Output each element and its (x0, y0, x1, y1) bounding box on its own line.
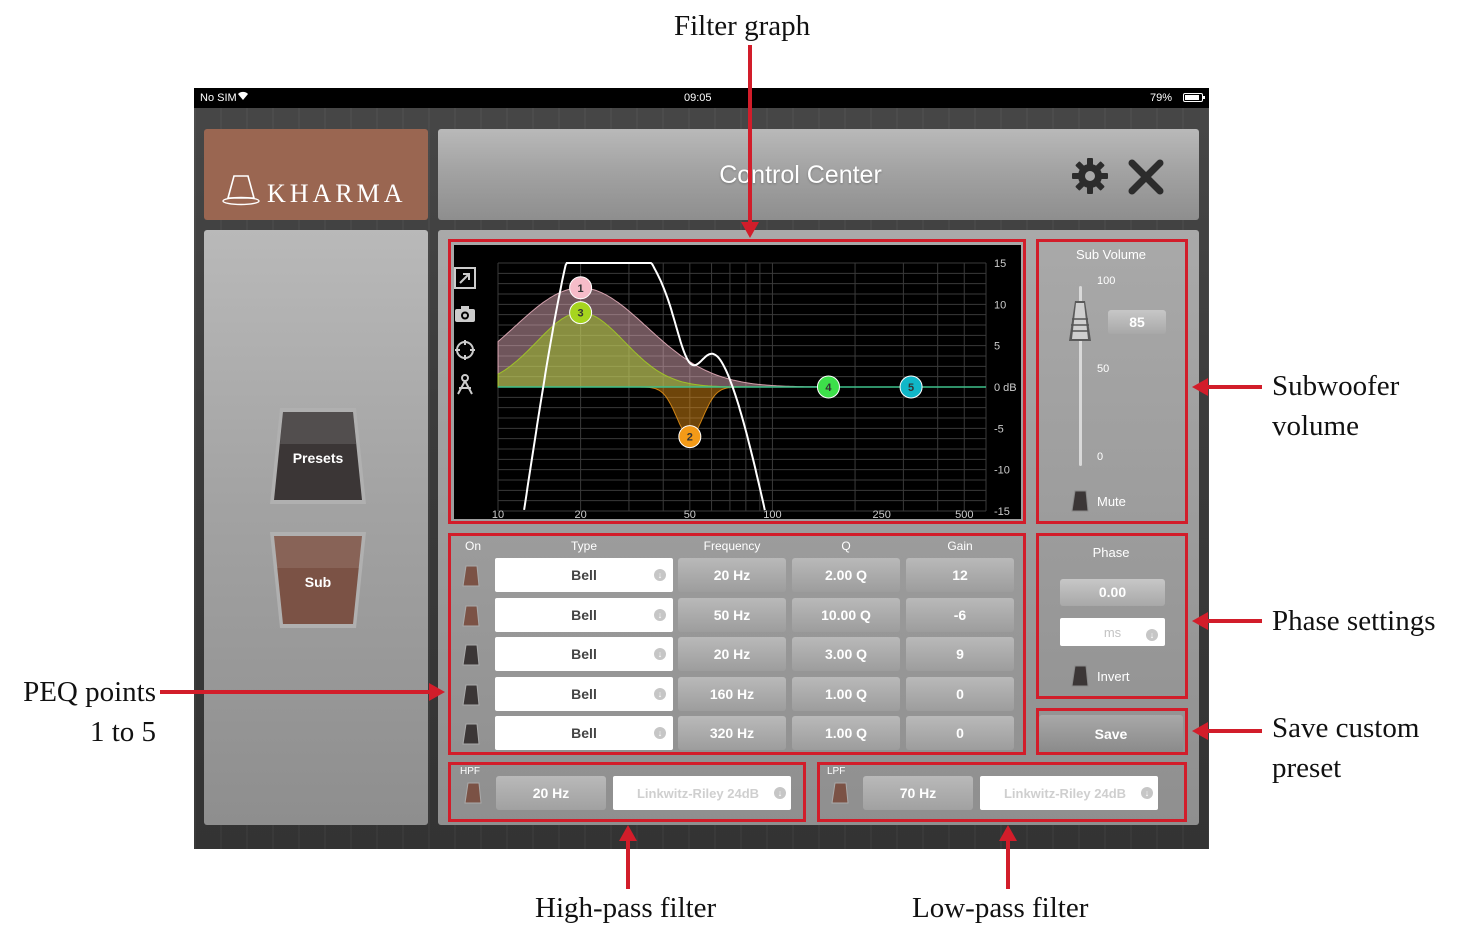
high-pass-annotation: High-pass filter (535, 892, 717, 924)
presets-label: Presets (292, 450, 344, 466)
subwoofer-volume-annotation-line2: volume (1272, 410, 1359, 442)
subwoofer-volume-annotation-line1: Subwoofer (1272, 370, 1400, 402)
peq-highlight (448, 533, 1026, 755)
peq-points-annotation-line1: PEQ points (23, 676, 156, 708)
save-highlight (1036, 708, 1188, 755)
filter-graph-highlight (448, 239, 1026, 524)
gear-icon[interactable] (1070, 156, 1110, 196)
peq-points-annotation-line2: 1 to 5 (89, 716, 156, 748)
carrier-text: No SIM (200, 92, 237, 104)
low-pass-annotation: Low-pass filter (912, 892, 1089, 924)
phase-settings-annotation: Phase settings (1272, 605, 1436, 637)
presets-button[interactable]: Presets (268, 404, 368, 510)
battery-percent: 79% (1150, 92, 1173, 104)
page-title: Control Center (719, 161, 882, 189)
sidebar: Presets Sub (204, 230, 428, 825)
header-bar: Control Center (438, 129, 1199, 220)
wifi-icon (237, 90, 249, 104)
sub-label: Sub (304, 574, 332, 590)
kharma-logo: KHARMA (204, 129, 428, 220)
filter-graph-annotation: Filter graph (674, 10, 811, 42)
close-icon[interactable] (1128, 159, 1164, 195)
logo-text: KHARMA (267, 179, 407, 208)
save-preset-annotation-line1: Save custom (1272, 712, 1420, 744)
save-preset-annotation-line2: preset (1272, 752, 1342, 784)
hpf-highlight (448, 762, 806, 822)
subwoofer-volume-annotation: Subwoofer volume (1272, 366, 1399, 446)
battery-icon (1180, 92, 1205, 104)
sub-volume-highlight (1036, 239, 1188, 524)
save-preset-annotation: Save custom preset (1272, 708, 1419, 788)
phase-highlight (1036, 533, 1188, 699)
peq-points-annotation: PEQ points 1 to 5 (8, 672, 156, 752)
status-bar: No SIM 09:05 79% (194, 88, 1209, 108)
lpf-highlight (817, 762, 1187, 822)
sub-button[interactable]: Sub (268, 528, 368, 634)
logo-mark-icon (222, 175, 260, 206)
clock-text: 09:05 (684, 92, 712, 104)
